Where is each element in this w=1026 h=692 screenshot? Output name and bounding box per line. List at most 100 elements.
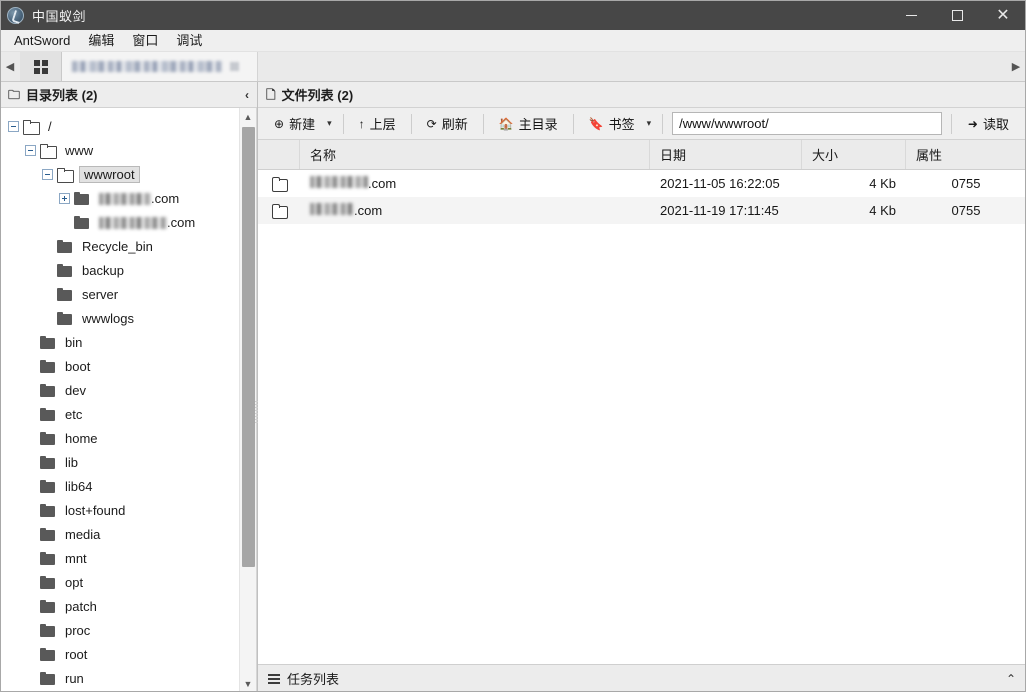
column-header-attr[interactable]: 属性 [906, 140, 1026, 169]
tab-overview-button[interactable] [20, 52, 62, 81]
folder-open-icon [57, 167, 74, 183]
tree-item-label: .com [96, 190, 182, 207]
parent-directory-button[interactable]: ↑ 上层 [349, 112, 406, 136]
tree-item-label: lib [65, 454, 79, 470]
tree-item[interactable]: media [0, 522, 239, 546]
tree-item[interactable]: dev [0, 378, 239, 402]
expand-node-icon[interactable] [59, 192, 70, 204]
folder-icon [57, 311, 73, 325]
new-dropdown-button[interactable]: ▾ [325, 112, 338, 136]
tree-item-label: mnt [65, 550, 87, 566]
scroll-down-button[interactable]: ▼ [240, 675, 257, 692]
column-header-size[interactable]: 大小 [802, 140, 906, 169]
folder-icon [40, 575, 56, 589]
tree-item[interactable]: backup [0, 258, 239, 282]
task-list-statusbar[interactable]: 任务列表 ⌃ [258, 664, 1026, 692]
table-row[interactable]: .com 2021-11-19 17:11:45 4 Kb 0755 [258, 197, 1026, 224]
refresh-button[interactable]: ⟳ 刷新 [417, 112, 478, 136]
tree-item[interactable]: Recycle_bin [0, 234, 239, 258]
new-button[interactable]: ⊕ 新建 [264, 112, 325, 136]
row-attr-cell: 0755 [951, 176, 981, 191]
table-row[interactable]: .com 2021-11-05 16:22:05 4 Kb 0755 [258, 170, 1026, 197]
tree-item[interactable]: lost+found [0, 498, 239, 522]
arrow-right-icon: ➜ [967, 116, 978, 131]
titlebar-left: 中国蚁剑 [0, 6, 86, 25]
tree-item[interactable]: patch [0, 594, 239, 618]
tree-item[interactable]: mnt [0, 546, 239, 570]
tree-item[interactable]: wwwlogs [0, 306, 239, 330]
column-header-date[interactable]: 日期 [650, 140, 802, 169]
row-name-cell: .com [300, 197, 650, 224]
scrollbar-thumb[interactable] [241, 127, 255, 567]
close-button[interactable]: ✕ [980, 0, 1026, 30]
column-header-icon[interactable] [258, 140, 300, 169]
tab-scroll-right-button[interactable]: ▶ [1006, 52, 1026, 81]
row-size-cell: 4 Kb [869, 176, 896, 191]
tree-item-label: / [48, 118, 52, 134]
read-button[interactable]: ➜ 读取 [957, 112, 1020, 136]
minimize-button[interactable] [888, 0, 934, 30]
directory-list-title: 目录列表 (2) [26, 88, 98, 103]
collapse-node-icon[interactable] [42, 168, 53, 180]
tree-item[interactable]: boot [0, 354, 239, 378]
file-name: .com [310, 176, 396, 191]
menu-antsword[interactable]: AntSword [6, 31, 78, 51]
collapse-sidebar-button[interactable]: ‹ [245, 88, 249, 102]
directory-tree[interactable]: / www wwwroot .com .com Recycle_binbackup serv… [0, 108, 239, 692]
tree-item[interactable]: wwwroot [0, 162, 239, 186]
tree-item[interactable]: root [0, 642, 239, 666]
tree-item-label: proc [65, 622, 91, 638]
tree-item[interactable]: server [0, 282, 239, 306]
antsword-logo-icon [7, 6, 24, 24]
tree-item[interactable]: run [0, 666, 239, 690]
tree-item[interactable]: www [0, 138, 239, 162]
tree-item[interactable]: bin [0, 330, 239, 354]
file-table-body: .com 2021-11-05 16:22:05 4 Kb 0755 .com 2021-… [258, 170, 1026, 224]
tree-item[interactable]: home [0, 426, 239, 450]
tree-item[interactable]: / [0, 114, 239, 138]
tree-item[interactable]: .com [0, 186, 239, 210]
home-icon: 🏠 [498, 116, 514, 131]
task-list-label: 任务列表 [287, 672, 340, 687]
minimize-icon [905, 14, 917, 16]
collapse-node-icon[interactable] [25, 144, 36, 156]
menu-edit[interactable]: 编辑 [80, 31, 122, 51]
splitter-grip-icon[interactable] [254, 401, 258, 423]
tree-item[interactable]: opt [0, 570, 239, 594]
home-directory-button[interactable]: 🏠 主目录 [489, 112, 568, 136]
maximize-button[interactable] [934, 0, 980, 30]
bookmark-dropdown-button[interactable]: ▾ [645, 112, 658, 136]
tab-close-icon[interactable] [230, 62, 239, 71]
tree-item[interactable]: proc [0, 618, 239, 642]
tab-scroll-left-button[interactable]: ◀ [0, 52, 20, 81]
tree-item[interactable]: .com [0, 210, 239, 234]
column-header-name[interactable]: 名称 [300, 140, 650, 169]
menu-window[interactable]: 窗口 [124, 31, 166, 51]
expand-tasks-button[interactable]: ⌃ [1006, 672, 1016, 686]
tree-item-label: media [65, 526, 101, 542]
tree-item-label: home [65, 430, 98, 446]
tab-shell-session[interactable] [62, 52, 258, 81]
scrollbar-track[interactable] [240, 125, 258, 675]
menu-debug[interactable]: 调试 [168, 31, 210, 51]
folder-icon [40, 383, 56, 397]
tree-item-label: Recycle_bin [82, 238, 153, 254]
bookmark-button[interactable]: 🔖 书签 [579, 112, 645, 136]
tree-item[interactable]: lib [0, 450, 239, 474]
path-input[interactable] [672, 112, 942, 135]
home-directory-label: 主目录 [518, 117, 558, 132]
directory-tree-scrollbar[interactable]: ▲ ▼ [239, 108, 258, 692]
tree-item[interactable]: lib64 [0, 474, 239, 498]
tree-item[interactable]: etc [0, 402, 239, 426]
folder-icon [74, 215, 90, 229]
collapse-node-icon[interactable] [8, 120, 19, 132]
tree-item-label: root [65, 646, 88, 662]
redacted-domain-name [99, 216, 167, 229]
scroll-up-button[interactable]: ▲ [240, 108, 257, 125]
new-button-label: 新建 [289, 117, 316, 132]
